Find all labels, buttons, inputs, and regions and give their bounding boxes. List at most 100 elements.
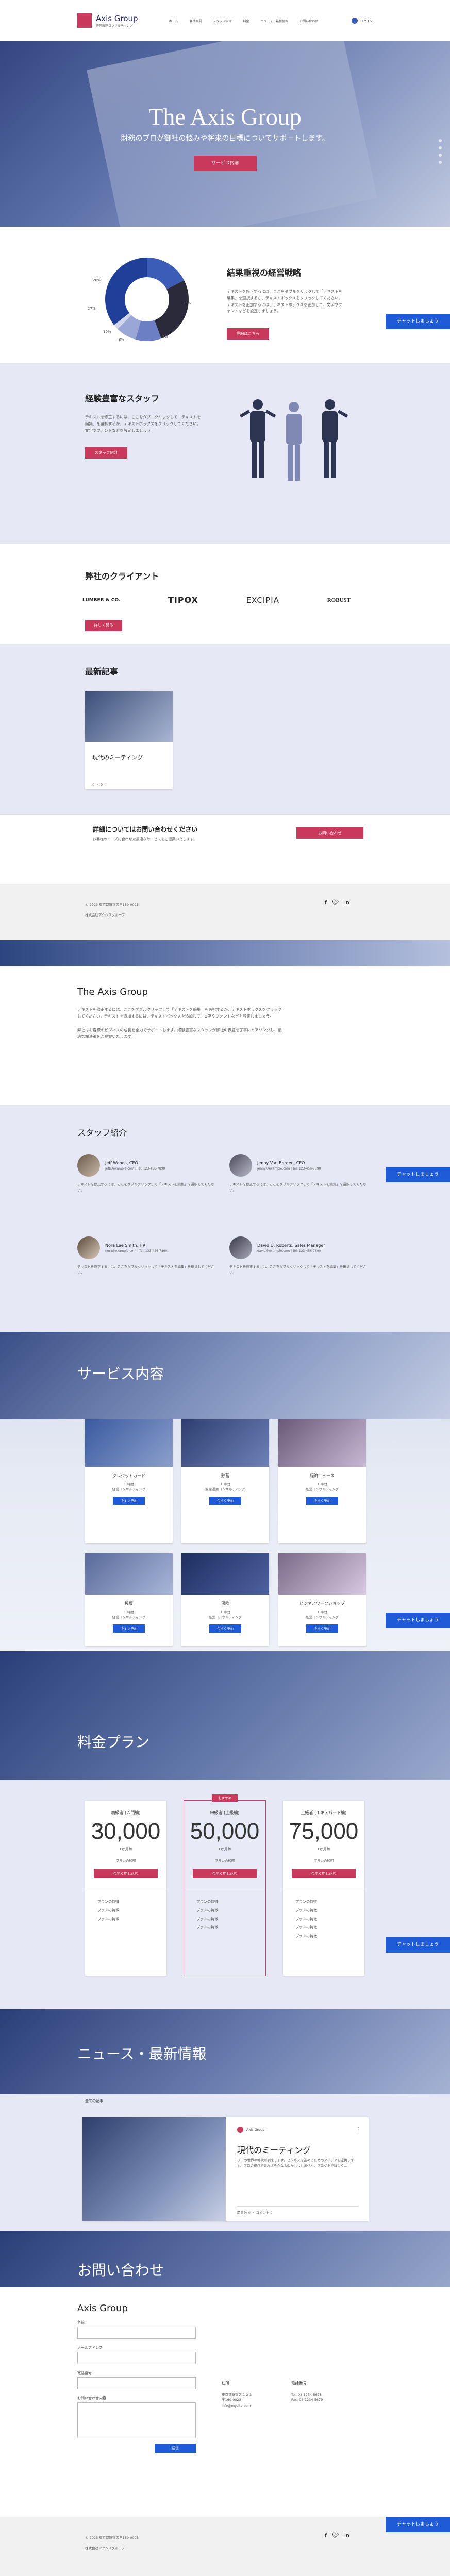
nav-item-about[interactable]: 会社概要 xyxy=(189,19,202,23)
contact-band-button[interactable]: お問い合わせ xyxy=(296,827,363,839)
nav-item-staff[interactable]: スタッフ紹介 xyxy=(213,19,231,23)
news-card[interactable]: 現代のミーティング 0 ・ 0 ♡ xyxy=(85,691,173,789)
nav-item-home[interactable]: ホーム xyxy=(169,19,178,23)
chat-button[interactable]: チャットしましょう xyxy=(386,1167,450,1182)
nav-dot[interactable] xyxy=(439,139,442,142)
strategy-section: 28% 27% 10% 8% 2% 25% 結果重視の経営戦略 テキストを修正す… xyxy=(0,227,450,363)
service-title: 保険 xyxy=(221,1601,229,1606)
twitter-icon[interactable]: 🐦︎ xyxy=(332,899,339,906)
service-title: クレジットカード xyxy=(112,1473,145,1478)
tel-label: 電話番号 xyxy=(291,2381,307,2385)
nav-item-contact[interactable]: お問い合わせ xyxy=(299,19,318,23)
logo-text[interactable]: Axis Group xyxy=(96,14,138,23)
twitter-icon[interactable]: 🐦︎ xyxy=(332,2532,339,2539)
plan-desc: プランの説明 xyxy=(313,1859,334,1863)
chat-button[interactable]: チャットしましょう xyxy=(386,2517,450,2532)
service-meta: 1 時間 資産運用コンサルティング xyxy=(205,1482,245,1492)
social-links: f 🐦︎ in xyxy=(325,899,349,906)
plan-feature: プランの特徴 xyxy=(196,1900,218,1904)
logo-mark-icon[interactable] xyxy=(77,13,92,28)
hero-services-button[interactable]: サービス内容 xyxy=(194,156,257,171)
service-card[interactable]: 投資 1 時間 経営コンサルティング 今すぐ予約 xyxy=(85,1553,173,1646)
chat-button[interactable]: チャットしましょう xyxy=(386,314,450,329)
field-label: 電話番号 xyxy=(77,2371,92,2375)
facebook-icon[interactable]: f xyxy=(325,2532,327,2539)
plan-period: 1か月毎 xyxy=(119,1847,132,1851)
team-member: David D. Roberts, Sales Manager david@ex… xyxy=(229,1236,369,1276)
email-text[interactable]: info@mysite.com xyxy=(222,2404,252,2408)
news-tab-all[interactable]: 全ての記事 xyxy=(85,2098,103,2104)
user-icon xyxy=(351,18,358,24)
plan-features: プランの特徴 プランの特徴 プランの特徴 xyxy=(85,1890,166,1930)
nav-item-pricing[interactable]: 料金 xyxy=(243,19,249,23)
member-bio: テキストを修正するには、ここをダブルクリックして「テキストを編集」を選択してくだ… xyxy=(77,1265,214,1275)
linkedin-icon[interactable]: in xyxy=(344,2532,349,2539)
chart-label: 25% xyxy=(183,301,191,306)
donut-chart: 28% 27% 10% 8% 2% 25% xyxy=(88,258,191,342)
book-button[interactable]: 今すぐ予約 xyxy=(113,1624,145,1633)
client-logo: TIPOX xyxy=(168,595,198,605)
staff-button[interactable]: スタッフ紹介 xyxy=(85,447,127,459)
member-contact: nora@example.com | Tel: 123-456-7890 xyxy=(105,1249,168,1253)
plan-period: 1か月毎 xyxy=(317,1847,330,1851)
pricing-hero: 料金プラン xyxy=(0,1651,450,1780)
nav-dot[interactable] xyxy=(439,146,442,149)
currency-symbol: ¥ xyxy=(195,1824,198,1828)
price-card: おすすめ 中級者 (上級編) ¥ 50,000 1か月毎 プランの説明 今すぐ申… xyxy=(184,1794,265,1976)
book-button[interactable]: 今すぐ予約 xyxy=(113,1496,145,1505)
avatar xyxy=(229,1154,252,1177)
strategy-title: 結果重視の経営戦略 xyxy=(227,268,302,278)
service-card[interactable]: 経済ニュース 1 時間 経営コンサルティング 今すぐ予約 xyxy=(278,1419,366,1543)
book-button[interactable]: 今すぐ予約 xyxy=(306,1624,338,1633)
book-button[interactable]: 今すぐ予約 xyxy=(306,1496,338,1505)
member-bio: テキストを修正するには、ここをダブルクリックして「テキストを編集」を選択してくだ… xyxy=(229,1182,366,1193)
service-card[interactable]: ビジネスワークショップ 1 時間 経営コンサルティング 今すぐ予約 xyxy=(278,1553,366,1646)
phone-field[interactable] xyxy=(77,2377,196,2389)
service-meta: 1 時間 経営コンサルティング xyxy=(112,1610,146,1620)
book-button[interactable]: 今すぐ予約 xyxy=(209,1496,241,1505)
name-field[interactable] xyxy=(77,2327,196,2339)
email-field[interactable] xyxy=(77,2352,196,2364)
section-nav-dots[interactable] xyxy=(439,139,442,164)
chat-button[interactable]: チャットしましょう xyxy=(386,1937,450,1953)
avatar xyxy=(229,1236,252,1259)
submit-button[interactable]: 送信 xyxy=(155,2444,196,2453)
plan-signup-button[interactable]: 今すぐ申し込む xyxy=(94,1869,158,1878)
hero-subtitle: 財務のプロが御社の悩みや将来の目標についてサポートします。 xyxy=(121,134,329,143)
plan-feature: プランの特徴 xyxy=(295,1925,317,1930)
decorative-band xyxy=(0,940,450,966)
facebook-icon[interactable]: f xyxy=(325,899,327,906)
chat-button[interactable]: チャットしましょう xyxy=(386,1613,450,1628)
login-label: ログイン xyxy=(360,19,373,23)
member-name: Jenny Van Bergen, CFO xyxy=(257,1160,305,1165)
contact-title: お問い合わせ xyxy=(77,2262,164,2279)
nav-item-news[interactable]: ニュース・最新情報 xyxy=(260,19,288,23)
service-card[interactable]: クレジットカード 1 時間 経営コンサルティング 今すぐ予約 xyxy=(85,1419,173,1543)
book-button[interactable]: 今すぐ予約 xyxy=(209,1624,241,1633)
logo-subtitle: 経営戦略コンサルティング xyxy=(96,24,133,28)
team-member: Jeff Woods, CEO jeff@example.com | Tel: … xyxy=(77,1154,216,1193)
field-label: お問い合わせ内容 xyxy=(77,2396,106,2400)
plan-signup-button[interactable]: 今すぐ申し込む xyxy=(292,1869,356,1878)
linkedin-icon[interactable]: in xyxy=(344,899,349,906)
service-image xyxy=(85,1553,173,1595)
footer-1: © 2023 東京都新宿区〒160-0023 株式会社アクシスグループ f 🐦︎… xyxy=(0,884,450,940)
message-field[interactable] xyxy=(77,2402,196,2438)
plan-feature: プランの特徴 xyxy=(196,1917,218,1921)
author-name: Axis Group xyxy=(246,2128,265,2132)
plan-signup-button[interactable]: 今すぐ申し込む xyxy=(193,1869,257,1878)
plan-feature: プランの特徴 xyxy=(295,1917,317,1921)
contact-band-body: お客様のニーズに合わせた最適なサービスをご提案いたします。 xyxy=(93,837,197,841)
service-card[interactable]: 貯蓄 1 時間 資産運用コンサルティング 今すぐ予約 xyxy=(181,1419,269,1543)
more-options-icon[interactable]: ⋮ xyxy=(356,2127,361,2132)
nav-dot[interactable] xyxy=(439,161,442,164)
login-link[interactable]: ログイン xyxy=(351,18,373,24)
nav-dot[interactable] xyxy=(439,154,442,157)
service-image xyxy=(278,1553,366,1595)
strategy-more-button[interactable]: 詳細はこちら xyxy=(227,328,269,340)
clients-button[interactable]: 詳しく見る xyxy=(85,620,122,631)
service-image xyxy=(181,1419,269,1467)
service-card[interactable]: 保険 1 時間 経営コンサルティング 今すぐ予約 xyxy=(181,1553,269,1646)
plan-feature: プランの特徴 xyxy=(196,1925,218,1930)
news-post-card[interactable]: Axis Group ⋮ 現代のミーティング プロの世界の時代が到来します。ビジ… xyxy=(82,2117,369,2221)
